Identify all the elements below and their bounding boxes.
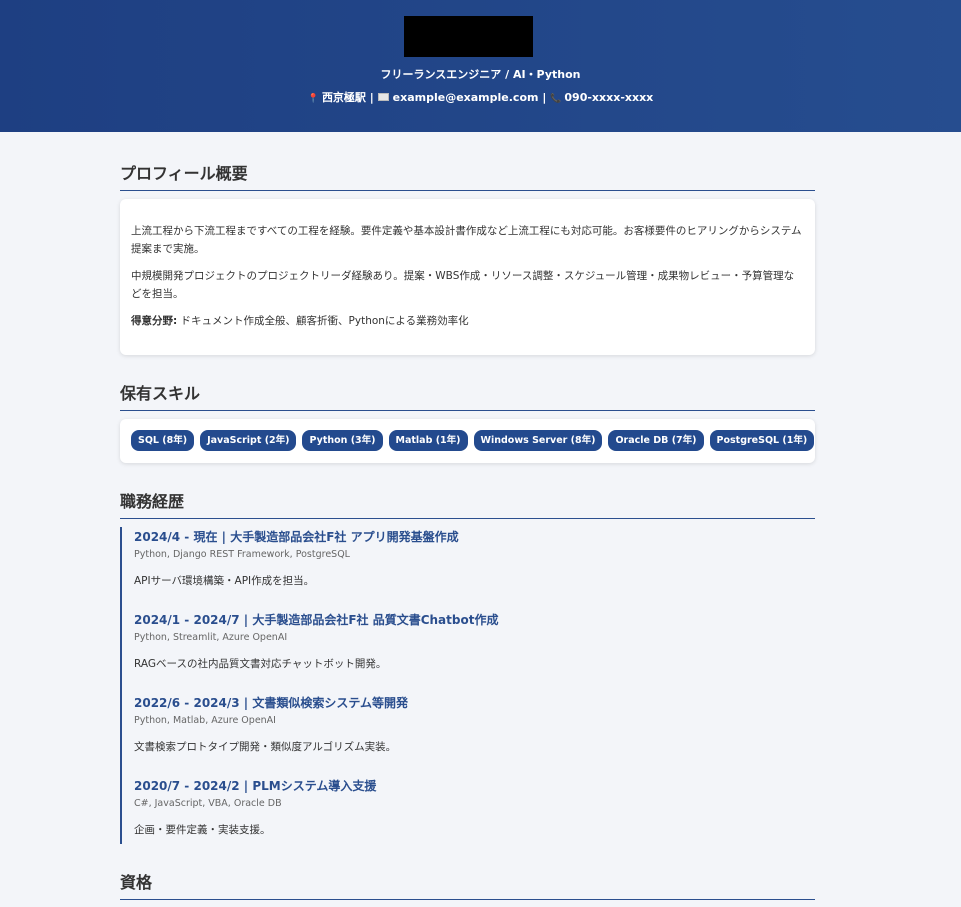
job-tech: Python, Matlab, Azure OpenAI <box>134 715 276 726</box>
skills-card: SQL (8年) JavaScript (2年) Python (3年) Mat… <box>120 419 815 463</box>
section-title-career: 職務経歴 <box>120 488 815 519</box>
job-entry: 2022/6 - 2024/3 | 文書類似検索システム等開発 Python, … <box>134 694 815 777</box>
skill-chip: JavaScript (2年) <box>200 430 297 451</box>
separator: | <box>542 91 547 104</box>
skill-chip: Oracle DB (7年) <box>608 430 704 451</box>
job-title: 2024/1 - 2024/7 | 大手製造部品会社F社 品質文書Chatbot… <box>134 613 499 627</box>
job-tech: C#, JavaScript, VBA, Oracle DB <box>134 798 282 809</box>
section-title-profile: プロフィール概要 <box>120 160 815 191</box>
profile-paragraph: 中規模開発プロジェクトのプロジェクトリーダ経験あり。提案・WBS作成・リソース調… <box>131 270 795 300</box>
skill-chip: SQL (8年) <box>131 430 195 451</box>
location: 西京極駅 <box>321 91 366 104</box>
job-entry: 2024/1 - 2024/7 | 大手製造部品会社F社 品質文書Chatbot… <box>134 611 815 694</box>
job-entry: 2020/7 - 2024/2 | PLMシステム導入支援 C#, JavaSc… <box>134 777 815 843</box>
career-timeline: 2024/4 - 現在 | 大手製造部品会社F社 アプリ開発基盤作成 Pytho… <box>120 527 815 844</box>
phone-icon: 📞 <box>550 94 562 104</box>
profile-strength: 得意分野: ドキュメント作成全般、顧客折衝、Pythonによる業務効率化 <box>131 312 804 330</box>
job-title: 2024/4 - 現在 | 大手製造部品会社F社 アプリ開発基盤作成 <box>134 530 459 544</box>
skill-chip: Windows Server (8年) <box>473 430 603 451</box>
phone-link[interactable]: 090-xxxx-xxxx <box>564 91 653 104</box>
section-title-certs: 資格 <box>120 869 815 900</box>
subtitle: フリーランスエンジニア / AI・Python <box>380 68 581 81</box>
job-desc: APIサーバ環境構築・API作成を担当。 <box>134 575 315 587</box>
profile-paragraph: 上流工程から下流工程まですべての工程を経験。要件定義や基本設計書作成など上流工程… <box>131 225 802 255</box>
mail-icon <box>377 93 389 101</box>
skill-chip: Python (3年) <box>302 430 383 451</box>
profile-card: 上流工程から下流工程まですべての工程を経験。要件定義や基本設計書作成など上流工程… <box>120 199 815 355</box>
email-link[interactable]: example@example.com <box>393 91 539 104</box>
redacted-name <box>404 16 533 57</box>
skill-chip: PostgreSQL (1年) <box>709 430 815 451</box>
job-title: 2022/6 - 2024/3 | 文書類似検索システム等開発 <box>134 696 408 710</box>
job-tech: Python, Django REST Framework, PostgreSQ… <box>134 549 350 560</box>
job-desc: 企画・要件定義・実装支援。 <box>134 824 271 836</box>
job-entry: 2024/4 - 現在 | 大手製造部品会社F社 アプリ開発基盤作成 Pytho… <box>134 528 815 611</box>
skill-chip: Matlab (1年) <box>388 430 468 451</box>
job-desc: 文書検索プロトタイプ開発・類似度アルゴリズム実装。 <box>134 741 397 753</box>
separator: | <box>369 91 374 104</box>
contact-line: 📍 西京極駅 | example@example.com | 📞 090-xxxx-… <box>0 89 961 105</box>
strength-label: 得意分野: <box>131 315 178 327</box>
job-title: 2020/7 - 2024/2 | PLMシステム導入支援 <box>134 779 377 793</box>
section-title-skills: 保有スキル <box>120 380 815 411</box>
strength-value: ドキュメント作成全般、顧客折衝、Pythonによる業務効率化 <box>177 315 469 327</box>
pin-icon: 📍 <box>307 94 319 104</box>
job-tech: Python, Streamlit, Azure OpenAI <box>134 632 288 643</box>
job-desc: RAGベースの社内品質文書対応チャットボット開発。 <box>134 658 387 670</box>
header-banner: フリーランスエンジニア / AI・Python 📍 西京極駅 | example@… <box>0 0 961 132</box>
